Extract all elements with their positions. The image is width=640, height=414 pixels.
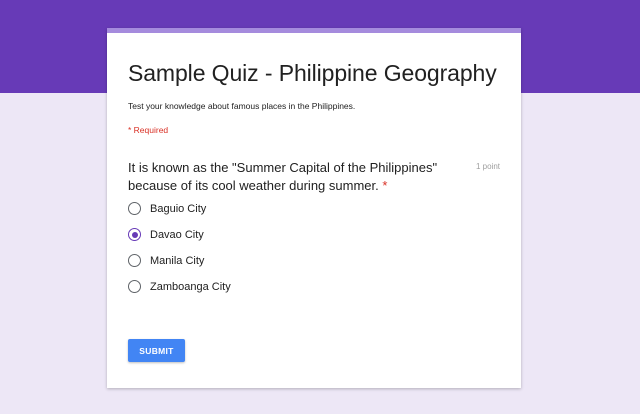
question-points: 1 point — [475, 162, 500, 171]
radio-button[interactable] — [128, 202, 141, 215]
radio-button-selected[interactable] — [128, 228, 141, 241]
form-card: Sample Quiz - Philippine Geography Test … — [107, 28, 521, 388]
option-davao-city[interactable]: Davao City — [128, 228, 204, 241]
option-manila-city[interactable]: Manila City — [128, 254, 204, 267]
option-baguio-city[interactable]: Baguio City — [128, 202, 206, 215]
question-text: It is known as the "Summer Capital of th… — [128, 159, 448, 195]
radio-button[interactable] — [128, 280, 141, 293]
option-label: Baguio City — [150, 202, 207, 215]
form-description: Test your knowledge about famous places … — [128, 101, 356, 111]
option-zamboanga-city[interactable]: Zamboanga City — [128, 280, 231, 293]
required-notice: * Required — [128, 125, 169, 135]
radio-button[interactable] — [128, 254, 141, 267]
option-label: Davao City — [150, 228, 204, 241]
required-asterisk: * — [382, 178, 388, 193]
form-title: Sample Quiz - Philippine Geography — [128, 60, 497, 86]
question-label: It is known as the "Summer Capital of th… — [128, 160, 438, 193]
submit-button[interactable]: SUBMIT — [128, 339, 185, 362]
option-label: Zamboanga City — [150, 280, 231, 293]
option-label: Manila City — [150, 254, 205, 267]
